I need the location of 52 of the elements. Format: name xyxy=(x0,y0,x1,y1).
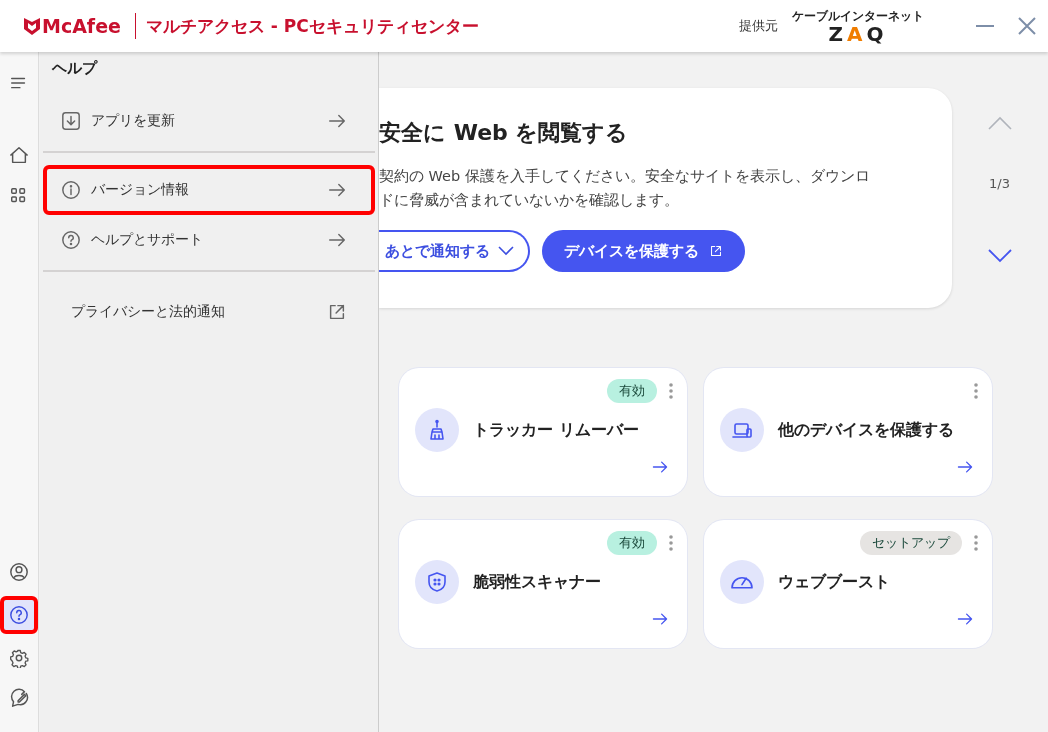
feature-title: 脆弱性スキャナー xyxy=(473,571,601,593)
brand-name: McAfee xyxy=(42,15,121,37)
feature-title: 他のデバイスを保護する xyxy=(778,419,954,441)
menu-item[interactable]: ヘルプとサポート xyxy=(43,215,375,265)
arrow-right-icon xyxy=(651,610,669,628)
help-icon xyxy=(9,605,29,625)
arrow-right-icon xyxy=(651,458,669,476)
home-icon xyxy=(9,146,29,166)
arrow-right-icon xyxy=(956,610,974,628)
provider-label: 提供元 xyxy=(739,17,778,35)
feature-card[interactable]: 他のデバイスを保護する xyxy=(704,368,992,496)
minimize-icon[interactable] xyxy=(975,24,995,28)
menu-item[interactable]: プライバシーと法的通知 xyxy=(43,284,375,340)
provider-logo: ZAQ xyxy=(828,23,888,44)
shield-logo-icon xyxy=(22,16,42,36)
feature-card[interactable]: セットアップ ウェブブースト xyxy=(704,520,992,648)
chevron-down-icon xyxy=(498,246,514,256)
close-icon[interactable] xyxy=(1018,17,1036,35)
logo-caption: ケーブルインターネット xyxy=(792,8,924,24)
status-badge: セットアップ xyxy=(860,531,962,555)
status-badge: 有効 xyxy=(607,531,657,555)
promo-text: 契約の Web 保護を入手してください。安全なサイトを表示し、ダウンロ ドに脅威が含まれていないかを確認します。 xyxy=(379,167,871,210)
feature-title: ウェブブースト xyxy=(778,571,890,593)
chevron-down-icon[interactable] xyxy=(987,249,1012,263)
more-options-icon[interactable] xyxy=(974,383,978,399)
user-icon xyxy=(9,562,29,582)
feedback-icon xyxy=(9,688,29,708)
panel-title: ヘルプ xyxy=(52,59,97,78)
menu-item[interactable]: アプリを更新 xyxy=(43,96,375,146)
gauge-icon xyxy=(731,575,753,589)
promo-title: 安全に Web を閲覧する xyxy=(379,119,630,147)
feature-card[interactable]: 有効 脆弱性スキャナー xyxy=(399,520,687,648)
menu-item[interactable]: バージョン情報 xyxy=(43,165,375,215)
feature-card[interactable]: 有効 トラッカー リムーバー xyxy=(399,368,687,496)
external-link-icon xyxy=(709,244,723,258)
window-title: マルチアクセス - PCセキュリティセンター xyxy=(145,14,479,38)
protect-device-button[interactable]: デバイスを保護する xyxy=(542,230,745,272)
arrow-right-icon xyxy=(956,458,974,476)
external-link-icon xyxy=(327,302,347,322)
info-icon xyxy=(61,180,81,200)
feature-title: トラッカー リムーバー xyxy=(473,419,639,441)
help-button[interactable] xyxy=(0,596,38,634)
more-options-icon[interactable] xyxy=(669,535,673,551)
page-indicator: 1/3 xyxy=(989,176,1010,191)
status-badge: 有効 xyxy=(607,379,657,403)
more-options-icon[interactable] xyxy=(669,383,673,399)
help-icon xyxy=(61,230,81,250)
download-icon xyxy=(61,111,81,131)
settings-icon xyxy=(9,648,29,668)
remind-later-button[interactable]: あとで通知する xyxy=(379,230,530,272)
more-options-icon[interactable] xyxy=(974,535,978,551)
shield-icon xyxy=(426,571,448,593)
